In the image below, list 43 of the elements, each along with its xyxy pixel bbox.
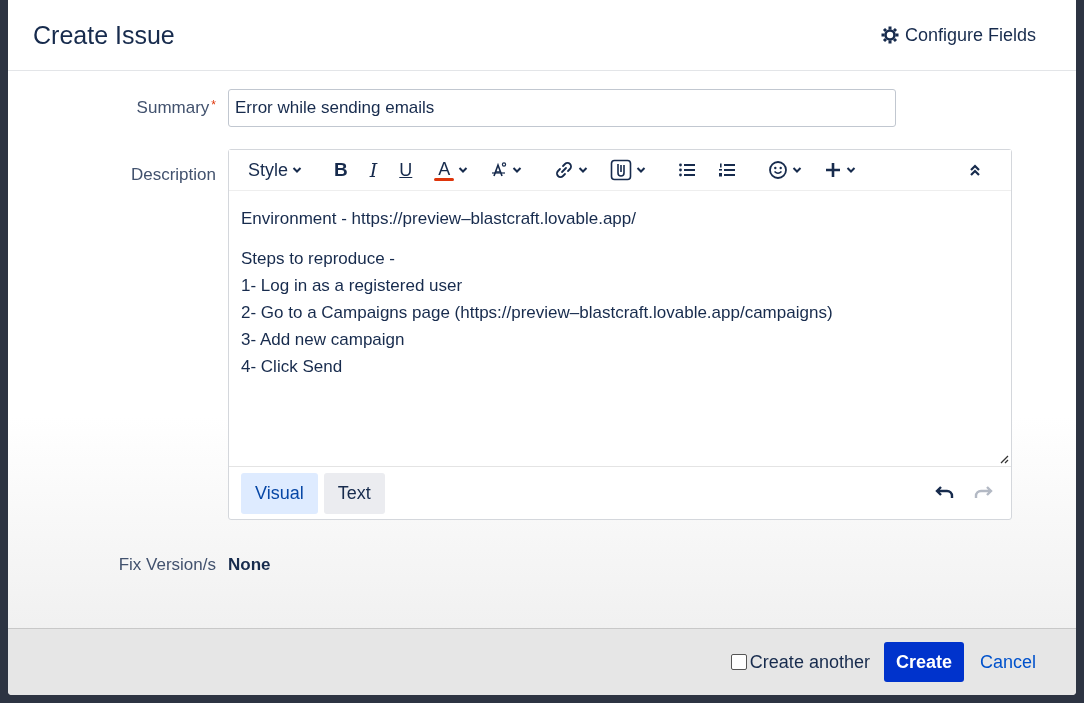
editor-mode-tab[interactable]: Visual: [241, 472, 318, 514]
create-button[interactable]: Create: [883, 642, 964, 682]
clear-format-icon: [490, 161, 509, 179]
fix-version-value: None: [228, 555, 272, 575]
description-line: 3- Add new campaign: [241, 329, 406, 351]
cancel-link[interactable]: Cancel: [979, 651, 1036, 673]
description-line: 4- Click Send: [241, 356, 344, 378]
description-line: Steps to reproduce -: [241, 248, 397, 270]
caret-icon: [292, 166, 303, 174]
resize-handle-icon[interactable]: [999, 454, 1009, 464]
caret-icon: [792, 166, 803, 174]
description-line: 1- Log in as a registered user: [241, 275, 464, 297]
caret-icon: [512, 166, 523, 174]
caret-icon: [636, 166, 647, 174]
italic-button[interactable]: I: [364, 155, 383, 185]
undo-arrow-icon: [935, 484, 955, 499]
redo-arrow-icon: [973, 484, 993, 499]
description-line: Environment - https://preview–blastcraft.lovable.app/: [241, 208, 637, 230]
link-icon: [554, 161, 575, 179]
settings-icon: [880, 26, 899, 44]
description-line: 2- Go to a Campaigns page (https://preview–blastcraft.lovable.app/campaigns): [241, 302, 834, 324]
plus-icon: [824, 161, 843, 179]
description-label: Description: [129, 164, 216, 185]
bold-button[interactable]: B: [329, 155, 353, 185]
style-dropdown[interactable]: Style: [243, 155, 308, 185]
editor-mode-tab[interactable]: Text: [323, 472, 385, 514]
numbered-list-icon: [718, 162, 737, 178]
caret-icon: [458, 166, 469, 174]
summary-label: Summary*: [135, 97, 216, 118]
dialog-title: Create Issue: [33, 20, 175, 50]
fix-version-label: Fix Version/s: [117, 555, 216, 575]
summary-field[interactable]: Error while sending emails: [228, 89, 896, 127]
create-another-checkbox[interactable]: Create another: [730, 651, 870, 673]
emoji-icon: [768, 160, 789, 180]
caret-icon: [578, 166, 589, 174]
bullet-list-icon: [678, 162, 697, 178]
caret-icon: [846, 166, 857, 174]
collapse-icon: [968, 163, 982, 177]
attachment-icon: [610, 159, 633, 181]
text-color-button[interactable]: A: [429, 155, 474, 185]
configure-fields-link[interactable]: Configure Fields: [880, 24, 1036, 46]
description-editor[interactable]: [229, 190, 1011, 466]
underline-button[interactable]: U: [394, 155, 418, 185]
